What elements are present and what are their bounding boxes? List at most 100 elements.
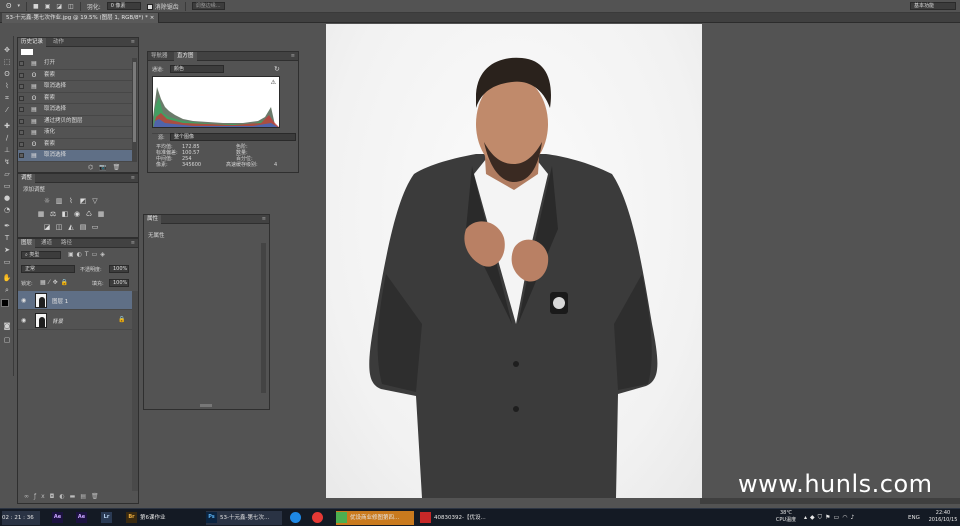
timer-item[interactable]: 02 : 21 : 36 [2,511,40,525]
color-balance-icon[interactable]: ⚖ [48,210,58,218]
taskbar-item-br[interactable]: Br 第6课作业 [126,511,198,525]
history-scrollbar[interactable] [132,58,137,162]
history-item[interactable]: ▤ 取消选择 [18,150,132,162]
eyedropper-tool-icon[interactable]: ⁄ [2,106,12,115]
new-group-icon[interactable]: ▬ [70,493,81,500]
history-brush-source-checkbox[interactable] [19,72,24,78]
levels-icon[interactable]: ▥ [54,197,64,205]
blend-mode-select[interactable]: 正常 [21,265,75,273]
clone-stamp-tool-icon[interactable]: ⊥ [2,146,12,155]
panel-menu-icon[interactable]: ≡ [131,240,135,246]
battery-icon[interactable]: ▭ [834,514,843,521]
source-select[interactable]: 整个图像 [170,133,296,141]
document-tab[interactable]: 53-十元鑫-第七次作业.jpg @ 19.5% (图层 1, RGB/8*) … [2,13,160,23]
feather-input[interactable]: 0 像素 [106,2,141,10]
screen-mode-icon[interactable]: ▢ [2,336,12,345]
canvas-image[interactable] [326,24,702,498]
invert-icon[interactable]: ◪ [42,223,52,231]
canvas-horizontal-scrollbar[interactable] [700,498,960,504]
dodge-tool-icon[interactable]: ◔ [2,206,12,215]
layers-scrollbar[interactable] [132,291,138,491]
tab-properties[interactable]: 属性 [144,215,162,224]
snapshot-thumbnail[interactable] [21,49,33,55]
history-brush-source-checkbox[interactable] [19,130,24,135]
layer-filter-icons[interactable]: ▣◐T▭◈ [68,251,108,258]
flag-icon[interactable]: ⚑ [825,514,833,521]
channel-mixer-icon[interactable]: ♺ [84,210,94,218]
tab-histogram[interactable]: 直方图 [174,52,197,61]
quick-select-tool-icon[interactable]: ⌇ [2,82,12,91]
history-brush-tool-icon[interactable]: ↯ [2,158,12,167]
move-tool-icon[interactable]: ✥ [2,46,12,55]
taskbar-item-course[interactable]: 优设商业修图第四... [336,511,414,525]
hue-saturation-icon[interactable]: ▦ [36,210,46,218]
workspace-select[interactable]: 基本功能 [910,2,956,10]
pen-tool-icon[interactable]: ✒ [2,222,12,231]
fill-input[interactable]: 100% [109,279,129,287]
refine-edge-button[interactable]: 调整边缘... [191,2,225,10]
curves-icon[interactable]: ⌇ [66,197,76,205]
opacity-input[interactable]: 100% [109,265,129,273]
warning-icon[interactable]: ⚠ [271,79,276,86]
taskbar-item-ae2[interactable]: Ae [76,511,90,525]
path-select-tool-icon[interactable]: ➤ [2,246,12,255]
history-item[interactable]: ʘ 套索 [18,93,132,104]
history-item[interactable]: ▤ 取消选择 [18,81,132,93]
tab-navigator[interactable]: 导航器 [148,52,171,61]
close-icon[interactable]: × [150,15,155,21]
gradient-tool-icon[interactable]: ▭ [2,182,12,191]
new-layer-icon[interactable]: ▤ [80,493,91,500]
clock[interactable]: 22:40 2016/10/15 [928,510,958,524]
marquee-tool-icon[interactable]: ⬚ [2,58,12,67]
eraser-tool-icon[interactable]: ▱ [2,170,12,179]
tab-channels[interactable]: 通道 [38,239,55,248]
link-layers-icon[interactable]: ∞ [24,493,34,500]
brightness-icon[interactable]: ☼ [42,197,52,205]
tab-layers[interactable]: 图层 [18,239,36,248]
channel-select[interactable]: 颜色 [170,65,224,73]
type-tool-icon[interactable]: T [2,234,12,243]
scroll-thumb[interactable] [133,62,136,142]
brush-tool-icon[interactable]: ∕ [2,134,12,143]
history-brush-source-checkbox[interactable] [19,95,24,101]
history-brush-source-checkbox[interactable] [19,141,24,147]
lock-icons[interactable]: ▦⁄✥🔒 [40,279,71,286]
tab-history[interactable]: 历史记录 [18,38,47,47]
posterize-icon[interactable]: ◫ [54,223,64,231]
quick-mask-icon[interactable]: ◙ [2,322,12,331]
input-language[interactable]: ENG [908,511,920,525]
taskbar-item-lr[interactable]: Lr [101,511,115,525]
resize-handle[interactable] [200,404,212,407]
blur-tool-icon[interactable]: ● [2,194,12,203]
panel-menu-icon[interactable]: ≡ [131,175,135,181]
tab-actions[interactable]: 动作 [50,38,67,47]
panel-menu-icon[interactable]: ≡ [131,39,135,45]
eye-icon[interactable]: ◉ [21,297,26,304]
taskbar-item-weibo[interactable] [312,511,326,525]
history-brush-source-checkbox[interactable] [19,84,24,89]
lasso-tool-icon[interactable]: ʘ [6,2,12,10]
tab-adjustments[interactable]: 调整 [18,174,36,183]
hand-tool-icon[interactable]: ✋ [2,274,12,283]
history-brush-source-checkbox[interactable] [19,107,24,112]
threshold-icon[interactable]: ◭ [66,223,76,231]
new-document-from-state-icon[interactable]: ⌬ [88,164,93,171]
history-item[interactable]: ▤ 液化 [18,127,132,139]
healing-tool-icon[interactable]: ✚ [2,122,12,131]
new-adjustment-icon[interactable]: ◐ [59,493,69,500]
cpu-temperature[interactable]: 38℃ CPU温度 [774,510,798,524]
gradient-map-icon[interactable]: ▭ [90,223,100,231]
history-brush-source-checkbox[interactable] [19,118,24,124]
refresh-icon[interactable]: ↻ [274,65,280,73]
history-item[interactable]: ʘ 套索 [18,139,132,150]
tab-paths[interactable]: 路径 [58,239,75,248]
history-item[interactable]: ʘ 套索 [18,70,132,81]
new-selection-icon[interactable]: ■ [33,3,39,10]
vibrance-icon[interactable]: ▽ [90,197,100,205]
taskbar-item-ps[interactable]: Ps 53-十元鑫-第七次... [206,511,282,525]
zoom-tool-icon[interactable]: ⌕ [2,286,12,295]
layer-filter-select[interactable]: ⌕ 类型 [21,251,61,259]
fx-icon[interactable]: ƒx [34,493,50,500]
history-item[interactable]: ▤ 取消选择 [18,104,132,116]
add-selection-icon[interactable]: ▣ [45,3,51,10]
